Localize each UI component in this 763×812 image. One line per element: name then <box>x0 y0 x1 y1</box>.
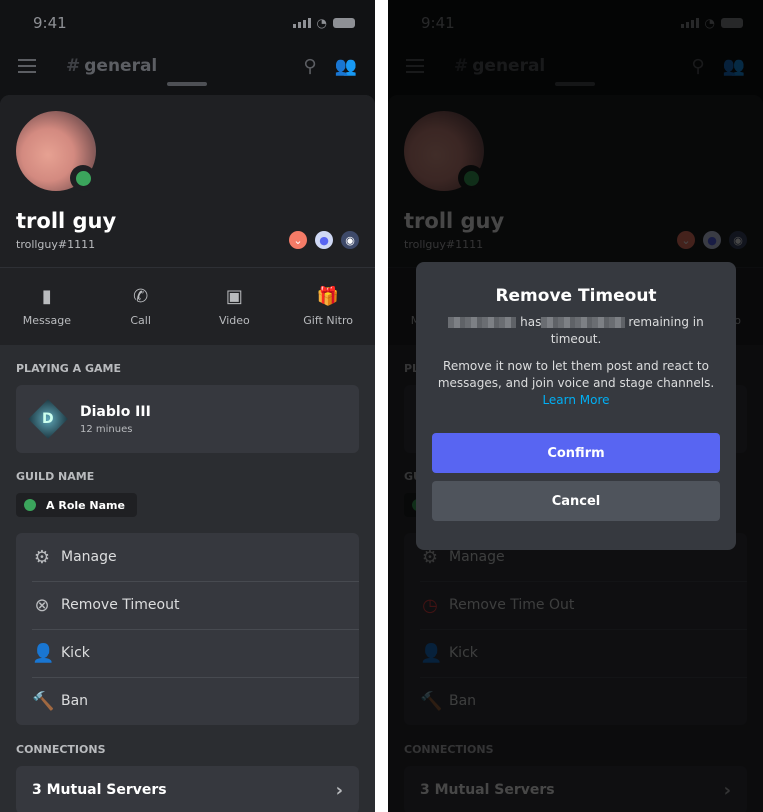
profile-sheet: troll guy trollguy#1111 ⌄ ● ◉ ▮Message✆C… <box>0 95 375 812</box>
cancel-button[interactable]: Cancel <box>432 481 720 521</box>
confirm-button[interactable]: Confirm <box>432 433 720 473</box>
menu-item-0[interactable]: ⚙Manage <box>16 533 359 581</box>
mutual-servers-row[interactable]: 3 Mutual Servers› <box>16 766 359 812</box>
gift-icon: 🎁 <box>316 286 340 307</box>
redacted-duration <box>541 317 626 328</box>
activity-card: D Diablo III12 minues <box>16 385 359 453</box>
channel-header: #general ⚲ 👥 <box>18 52 357 80</box>
nitro-boost-badge-icon[interactable]: ◉ <box>341 231 359 249</box>
remove-timeout-modal: Remove Timeout has remaining in timeout. … <box>416 262 736 550</box>
members-icon[interactable]: 👥 <box>335 56 357 77</box>
action-1-button[interactable]: ✆Call <box>94 268 188 345</box>
role-pill: A Role Name <box>16 493 137 517</box>
menu-item-1[interactable]: ⊗ Remove Timeout <box>16 581 359 629</box>
learn-more-link[interactable]: Learn More <box>542 393 609 407</box>
menu-item-2[interactable]: 👤Kick <box>16 629 359 677</box>
diablo-game-icon: D <box>28 399 68 439</box>
wifi-icon: ◔ <box>316 16 327 30</box>
phone-call-icon: ✆ <box>133 286 149 307</box>
phone-left: 9:41 ◔ # general ⚲ 👥 troll guy trollguy#1… <box>0 0 375 812</box>
profile-actions: ▮Message✆Call▣Video🎁Gift Nitro <box>0 268 375 345</box>
role-color-dot <box>24 499 36 511</box>
video-camera-icon: ▣ <box>225 286 243 307</box>
action-0-button[interactable]: ▮Message <box>0 268 94 345</box>
modal-timeout-info: has remaining in timeout. <box>432 314 720 348</box>
phone-right: 9:41 ◔ #general ⚲ 👥 troll guy trollguy#1… <box>388 0 763 812</box>
moderation-menu: ⚙ Manage ⊗ Remove Timeout 👤 Kick 🔨 Ban <box>16 533 359 725</box>
bughunter-badge-icon[interactable]: ⌄ <box>289 231 307 249</box>
user-tag: trollguy#1111 <box>16 238 96 251</box>
hash-icon: # <box>66 56 81 76</box>
modal-title: Remove Timeout <box>495 286 657 306</box>
early-supporter-badge-icon[interactable]: ● <box>315 231 333 249</box>
battery-icon <box>333 18 355 28</box>
redacted-username <box>448 317 517 328</box>
menu-item-3[interactable]: 🔨Ban <box>16 677 359 725</box>
chevron-right-icon: › <box>335 779 343 801</box>
gear-icon: ⚙ <box>33 546 51 568</box>
chat-bubble-icon: ▮ <box>41 286 52 307</box>
signal-icon <box>292 18 311 28</box>
action-3-button[interactable]: 🎁Gift Nitro <box>281 268 375 345</box>
circle-x-icon: ⊗ <box>34 594 50 616</box>
search-icon[interactable]: ⚲ <box>303 56 316 77</box>
display-name: troll guy <box>16 209 117 233</box>
online-status-icon <box>70 165 96 191</box>
menu-icon[interactable] <box>18 59 36 73</box>
kick-user-icon: 👤 <box>32 642 55 664</box>
ban-hammer-icon: 🔨 <box>32 690 55 712</box>
sheet-handle[interactable] <box>167 82 207 86</box>
status-bar: 9:41 ◔ <box>33 12 355 34</box>
action-2-button[interactable]: ▣Video <box>188 268 282 345</box>
